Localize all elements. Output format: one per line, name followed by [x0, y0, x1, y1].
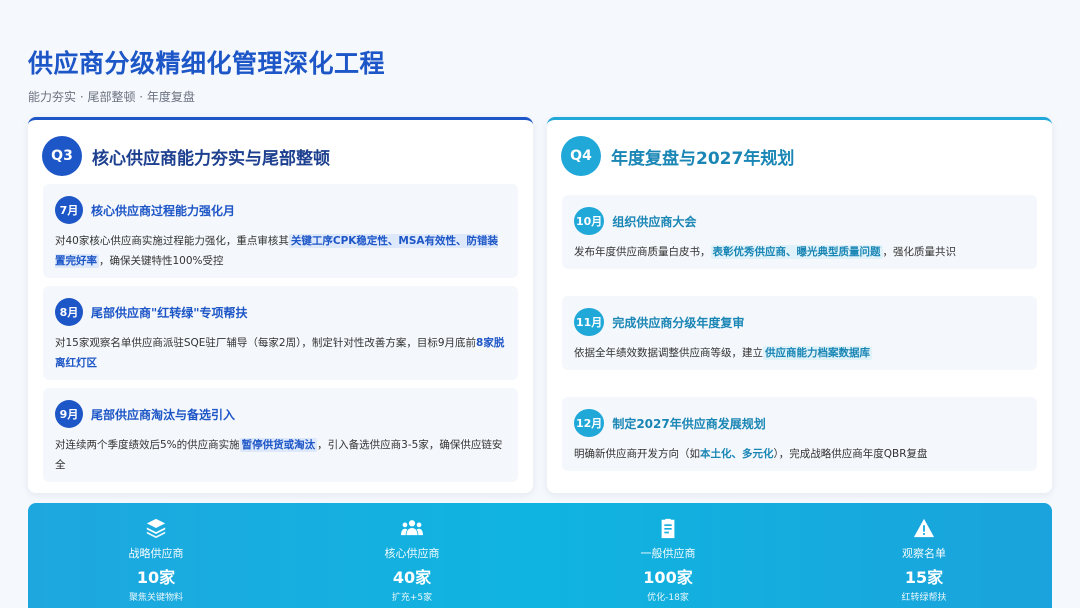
users-icon [401, 520, 423, 536]
month-badge: 7月 [55, 196, 83, 224]
stat-label: 核心供应商 [384, 547, 440, 560]
highlight: 表彰优秀供应商、曝光典型质量问题 [710, 245, 883, 259]
item-desc: 依据全年绩效数据调整供应商等级，建立 供应商能力档案数据库 [574, 346, 872, 360]
stat-note: 优化-18家 [647, 593, 689, 603]
item-desc: 对连续两个季度绩效后5%的供应商实施 暂停供货或淘汰 ，引入备选供应商3-5家，确保… [55, 438, 503, 471]
month-badge: 11月 [574, 308, 605, 336]
q4-card: Q4 年度复盘与2027年规划 10月 组织供应商大会 发布年度供应商质量白皮书… [547, 117, 1052, 493]
q3-item-september: 9月 尾部供应商淘汰与备选引入 对连续两个季度绩效后5%的供应商实施 暂停供货或淘… [43, 388, 518, 482]
stat-value: 10家 [136, 568, 176, 587]
q3-card: Q3 核心供应商能力夯实与尾部整顿 7月 核心供应商过程能力强化月 对40家核心… [28, 117, 533, 493]
stat-note: 扩充+5家 [391, 593, 433, 603]
page-title: 供应商分级精细化管理深化工程 [28, 49, 386, 78]
item-title: 尾部供应商淘汰与备选引入 [91, 407, 236, 422]
stat-watchlist: 观察名单 15家 红转绿帮扶 [796, 503, 1052, 608]
warning-icon [913, 518, 935, 538]
highlight: 供应商能力档案数据库 [763, 346, 872, 360]
stat-value: 15家 [904, 568, 944, 587]
highlight: 暂停供货或淘汰 [239, 438, 318, 452]
q3-item-july: 7月 核心供应商过程能力强化月 对40家核心供应商实施过程能力强化，重点审核其关… [43, 184, 518, 278]
page-subtitle: 能力夯实 · 尾部整顿 · 年度复盘 [28, 90, 195, 104]
item-title: 制定2027年供应商发展规划 [612, 416, 766, 431]
stat-strategic: 战略供应商 10家 聚焦关键物料 [28, 503, 284, 608]
stat-general: 一般供应商 100家 优化-18家 [540, 503, 796, 608]
q4-item-october: 10月 组织供应商大会 发布年度供应商质量白皮书， 表彰优秀供应商、曝光典型质量问… [562, 195, 1037, 269]
q3-badge: Q3 [42, 136, 82, 176]
q4-item-december: 12月 制定2027年供应商发展规划 明确新供应商开发方向（如本土化、多元化），… [562, 397, 1037, 471]
q3-title: 核心供应商能力夯实与尾部整顿 [92, 148, 330, 169]
highlight: 本土化、多元化 [700, 448, 774, 460]
stat-core: 核心供应商 40家 扩充+5家 [284, 503, 540, 608]
supplier-stats-banner: 战略供应商 10家 聚焦关键物料 核心供应商 40家 扩充+5家 一般供应商 1… [28, 503, 1052, 608]
q3-header: Q3 核心供应商能力夯实与尾部整顿 [42, 136, 330, 176]
stat-value: 40家 [392, 568, 432, 587]
stat-label: 观察名单 [902, 547, 946, 560]
q4-title: 年度复盘与2027年规划 [611, 148, 795, 169]
stat-note: 聚焦关键物料 [128, 593, 183, 603]
item-title: 组织供应商大会 [612, 214, 697, 229]
item-desc: 发布年度供应商质量白皮书， 表彰优秀供应商、曝光典型质量问题 ，强化质量共识 [574, 245, 956, 259]
stat-value: 100家 [643, 568, 693, 587]
item-desc: 对15家观察名单供应商派驻SQE驻厂辅导（每家2周），制定针对性改善方案，目标9… [55, 337, 505, 369]
q3-item-august: 8月 尾部供应商"红转绿"专项帮扶 对15家观察名单供应商派驻SQE驻厂辅导（每… [43, 286, 518, 380]
stat-note: 红转绿帮扶 [901, 593, 947, 603]
item-desc: 明确新供应商开发方向（如本土化、多元化），完成战略供应商年度QBR复盘 [574, 448, 928, 460]
stat-label: 一般供应商 [640, 547, 696, 560]
stat-label: 战略供应商 [128, 547, 184, 560]
item-title: 尾部供应商"红转绿"专项帮扶 [91, 305, 248, 320]
q4-header: Q4 年度复盘与2027年规划 [561, 136, 794, 176]
item-desc: 对40家核心供应商实施过程能力强化，重点审核其 关键工序CPK稳定性、MSA有效性… [55, 234, 499, 268]
q4-item-november: 11月 完成供应商分级年度复审 依据全年绩效数据调整供应商等级，建立 供应商能力档… [562, 296, 1037, 370]
month-badge: 8月 [55, 298, 83, 326]
month-badge: 12月 [574, 409, 605, 437]
item-title: 完成供应商分级年度复审 [612, 315, 745, 330]
q4-badge: Q4 [561, 136, 601, 176]
month-badge: 9月 [55, 400, 83, 428]
clipboard-icon [661, 518, 675, 539]
item-title: 核心供应商过程能力强化月 [91, 203, 236, 218]
month-badge: 10月 [574, 207, 605, 235]
layers-icon [146, 518, 166, 539]
